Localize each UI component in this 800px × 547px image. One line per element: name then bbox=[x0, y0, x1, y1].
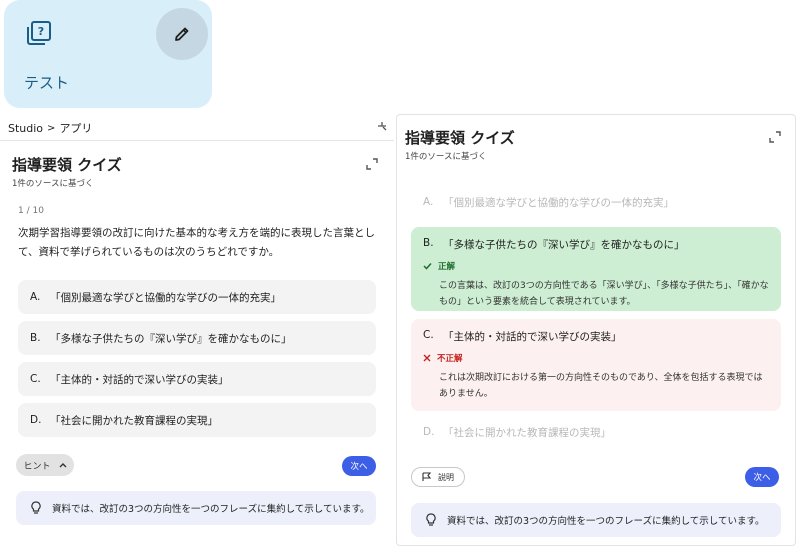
divider bbox=[0, 140, 394, 141]
option-text: 「個別最適な学びと協働的な学びの一体的充実」 bbox=[50, 291, 281, 304]
correct-label: 正解 bbox=[438, 262, 456, 272]
option-d[interactable]: D. 「社会に開かれた教育課程の実現」 bbox=[18, 403, 376, 437]
hint-box: 資料では、改訂の3つの方向性を一つのフレーズに集約して示しています。 bbox=[411, 503, 781, 537]
source-note: 1件のソースに基づく bbox=[12, 179, 94, 189]
option-letter: A. bbox=[30, 291, 41, 303]
option-text: 「主体的・対話的で深い学びの実装」 bbox=[50, 373, 229, 386]
explain-button[interactable]: 説明 bbox=[411, 467, 465, 487]
option-letter: D. bbox=[423, 426, 435, 438]
close-icon bbox=[423, 354, 431, 362]
option-text: 「個別最適な学びと協働的な学びの一体的充実」 bbox=[443, 196, 674, 209]
quiz-icon: ? bbox=[27, 21, 51, 45]
quiz-title: 指導要領 クイズ bbox=[405, 129, 515, 147]
next-button[interactable]: 次へ bbox=[342, 456, 376, 476]
option-text: 「社会に開かれた教育課程の実現」 bbox=[443, 426, 611, 439]
expand-icon[interactable] bbox=[366, 158, 378, 170]
quiz-panel-left: Studio > アプリ 指導要領 クイズ 1件のソースに基づく 1 / 10 … bbox=[0, 114, 394, 547]
source-note: 1件のソースに基づく bbox=[405, 152, 487, 162]
app-root: ? テスト Studio > アプリ 指導要領 クイズ 1件のソースに基づく 1… bbox=[0, 0, 800, 547]
option-text: 「多様な子供たちの『深い学び』を確かなものに」 bbox=[443, 239, 685, 251]
option-a[interactable]: A. 「個別最適な学びと協働的な学びの一体的充実」 bbox=[18, 280, 376, 314]
option-d[interactable]: D. 「社会に開かれた教育課程の実現」 bbox=[411, 415, 781, 449]
option-letter: C. bbox=[423, 329, 434, 341]
breadcrumb-current: アプリ bbox=[59, 122, 93, 135]
pencil-icon bbox=[175, 27, 189, 41]
explain-label: 説明 bbox=[438, 472, 454, 482]
next-button[interactable]: 次へ bbox=[745, 467, 779, 487]
expand-icon[interactable] bbox=[769, 131, 781, 143]
breadcrumb: Studio > アプリ bbox=[8, 120, 92, 136]
question-text: 次期学習指導要領の改訂に向けた基本的な考え方を端的に表現した言葉として、資料で挙… bbox=[18, 227, 375, 258]
hint-text: 資料では、改訂の3つの方向性を一つのフレーズに集約して示しています。 bbox=[447, 516, 765, 527]
question-counter: 1 / 10 bbox=[18, 206, 44, 216]
option-text: 「主体的・対話的で深い学びの実装」 bbox=[443, 331, 622, 343]
lightbulb-icon bbox=[426, 513, 436, 526]
option-text: 「社会に開かれた教育課程の実現」 bbox=[50, 414, 218, 427]
quiz-panel-right: 指導要領 クイズ 1件のソースに基づく A. 「個別最適な学びと協働的な学びの一… bbox=[396, 114, 796, 546]
quiz-tile[interactable]: ? テスト bbox=[4, 0, 212, 108]
wrong-explanation: これは次期改訂における第一の方向性そのものであり、全体を包括する表現ではありませ… bbox=[439, 373, 763, 399]
tile-label: テスト bbox=[24, 74, 70, 92]
chevron-right-icon: > bbox=[47, 122, 56, 134]
option-c[interactable]: C. 「主体的・対話的で深い学びの実装」 bbox=[18, 362, 376, 396]
explain-icon bbox=[422, 472, 432, 481]
option-letter: C. bbox=[30, 373, 41, 385]
check-icon bbox=[423, 262, 432, 270]
quiz-title: 指導要領 クイズ bbox=[12, 156, 122, 174]
option-letter: D. bbox=[30, 414, 42, 426]
correct-verdict: 正解 bbox=[423, 260, 769, 272]
option-b-correct[interactable]: B. 「多様な子供たちの『深い学び』を確かなものに」 正解 この言葉は、改訂の3… bbox=[411, 227, 781, 311]
svg-text:?: ? bbox=[38, 25, 44, 38]
hint-label: ヒント bbox=[23, 461, 51, 472]
breadcrumb-root[interactable]: Studio bbox=[8, 122, 43, 135]
option-letter: B. bbox=[30, 332, 41, 344]
option-text: 「多様な子供たちの『深い学び』を確かなものに」 bbox=[50, 332, 292, 345]
hint-box: 資料では、改訂の3つの方向性を一つのフレーズに集約して示しています。 bbox=[16, 491, 376, 525]
option-letter: A. bbox=[423, 196, 434, 208]
hint-text: 資料では、改訂の3つの方向性を一つのフレーズに集約して示しています。 bbox=[52, 504, 370, 515]
lightbulb-icon bbox=[31, 501, 41, 514]
hint-button[interactable]: ヒント bbox=[16, 454, 74, 476]
option-letter: B. bbox=[423, 237, 434, 249]
collapse-icon[interactable] bbox=[376, 120, 388, 132]
edit-button[interactable] bbox=[156, 8, 208, 60]
correct-explanation: この言葉は、改訂の3つの方向性である「深い学び」、「多様な子供たち」、「確かなも… bbox=[439, 281, 769, 307]
chevron-up-icon bbox=[59, 463, 66, 468]
wrong-label: 不正解 bbox=[437, 354, 463, 364]
option-b[interactable]: B. 「多様な子供たちの『深い学び』を確かなものに」 bbox=[18, 321, 376, 355]
option-a[interactable]: A. 「個別最適な学びと協働的な学びの一体的充実」 bbox=[411, 185, 781, 219]
wrong-verdict: 不正解 bbox=[423, 352, 769, 364]
option-c-wrong[interactable]: C. 「主体的・対話的で深い学びの実装」 不正解 これは次期改訂における第一の方… bbox=[411, 319, 781, 411]
